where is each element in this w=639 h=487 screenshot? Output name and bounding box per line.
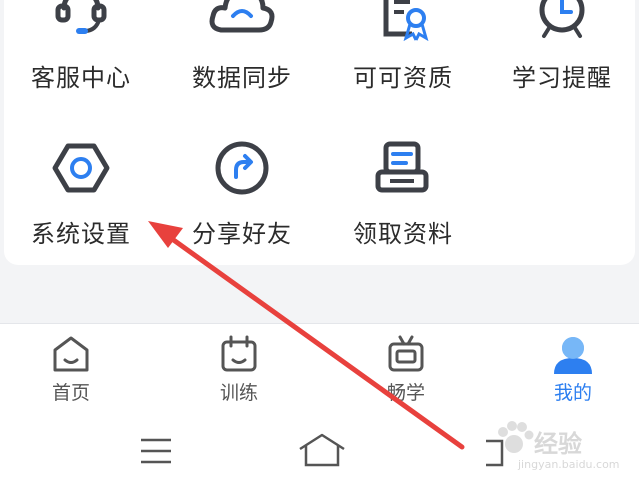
- get-materials-label: 领取资料: [353, 220, 453, 248]
- tab-home-label: 首页: [51, 382, 90, 404]
- cloud-sync-icon: [209, 0, 275, 33]
- grid-item-system-settings[interactable]: 系统设置: [6, 136, 156, 248]
- home-icon: [53, 336, 89, 372]
- qualification-label: 可可资质: [353, 64, 453, 92]
- grid-item-share-friends[interactable]: 分享好友: [167, 136, 317, 248]
- study-reminder-label: 学习提醒: [512, 64, 612, 92]
- tab-mine[interactable]: 我的: [513, 324, 633, 412]
- tab-training[interactable]: 训练: [179, 324, 299, 412]
- grid-item-data-sync[interactable]: 数据同步: [167, 0, 317, 92]
- headset-icon: [55, 0, 107, 34]
- share-friends-label: 分享好友: [192, 220, 292, 248]
- tab-training-label: 训练: [219, 382, 258, 404]
- tab-home[interactable]: 首页: [11, 324, 131, 412]
- tab-learn-label: 畅学: [386, 382, 425, 404]
- share-arrow-icon: [215, 141, 269, 195]
- printer-icon: [375, 141, 429, 193]
- tab-learn[interactable]: 畅学: [346, 324, 466, 412]
- system-settings-label: 系统设置: [31, 220, 131, 248]
- watermark-url: jingyan.baidu.com: [518, 458, 620, 471]
- grid-item-qualification[interactable]: 可可资质: [328, 0, 478, 92]
- tv-icon: [388, 335, 424, 372]
- alarm-clock-icon: [539, 0, 585, 38]
- tab-mine-label: 我的: [553, 382, 592, 404]
- grid-item-study-reminder[interactable]: 学习提醒: [487, 0, 637, 92]
- grid-item-get-materials[interactable]: 领取资料: [328, 136, 478, 248]
- home-outline-icon[interactable]: [296, 431, 348, 471]
- training-icon: [221, 335, 257, 372]
- grid-item-customer-service[interactable]: 客服中心: [6, 0, 156, 92]
- settings-hexagon-icon: [52, 143, 110, 193]
- watermark: 经验 jingyan.baidu.com: [490, 412, 638, 482]
- certificate-icon: [383, 0, 429, 42]
- menu-icon[interactable]: [136, 431, 176, 471]
- data-sync-label: 数据同步: [192, 64, 292, 92]
- bottom-tab-bar: 首页 训练 畅学 我的: [0, 323, 639, 412]
- watermark-brand: 经验: [534, 430, 582, 458]
- customer-service-label: 客服中心: [31, 64, 131, 92]
- paw-logo-icon: [498, 421, 534, 453]
- profile-icon: [554, 337, 592, 374]
